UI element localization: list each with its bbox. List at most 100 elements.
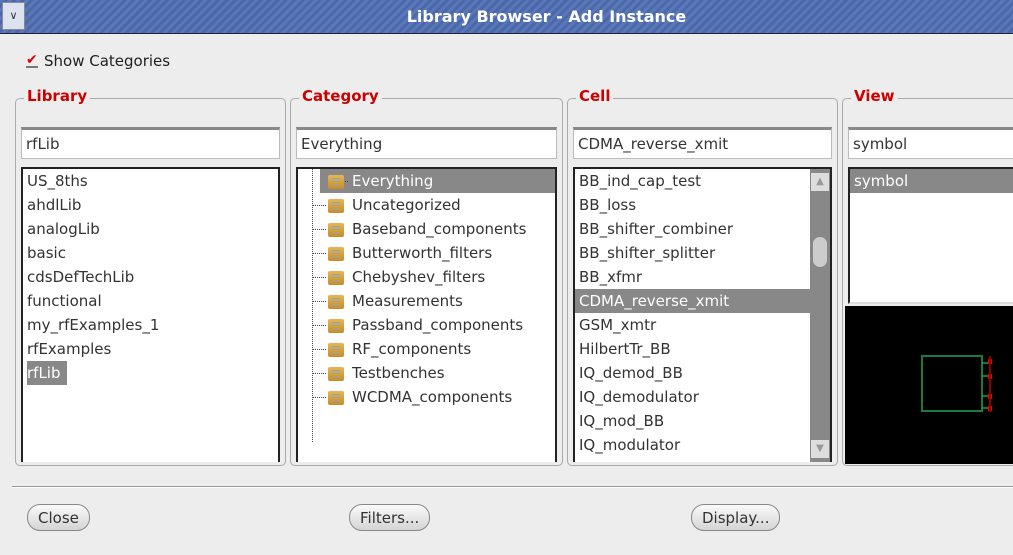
checkmark-icon: ✔ [26, 52, 38, 68]
library-list-item[interactable]: my_rfExamples_1 [23, 313, 278, 337]
cell-item-label: IQ_mod_BB [579, 412, 665, 430]
category-item-label: RF_components [352, 340, 472, 358]
cell-item-label: IQ_demodulator [579, 388, 699, 406]
category-scroll-icon [328, 270, 344, 285]
cell-list-item[interactable]: IQ_mod_BB [575, 409, 810, 433]
cell-item-label: BB_shifter_splitter [579, 244, 716, 262]
library-list-item[interactable]: basic [23, 241, 278, 265]
category-list-item[interactable]: RF_components [298, 337, 555, 361]
category-label: Category [299, 87, 382, 105]
category-list-item[interactable]: Butterworth_filters [298, 241, 555, 265]
cell-list-item[interactable]: BB_xfmr [575, 265, 810, 289]
cell-list-item[interactable]: BB_shifter_combiner [575, 217, 810, 241]
category-input[interactable]: Everything [296, 127, 557, 159]
category-list-item[interactable]: Passband_components [298, 313, 555, 337]
category-item-label: Measurements [352, 292, 463, 310]
category-group: Category Everything Everything Uncategori… [290, 87, 563, 466]
library-list-item[interactable]: functional [23, 289, 278, 313]
cell-label: Cell [576, 87, 614, 105]
category-list-item[interactable]: WCDMA_components [298, 385, 555, 409]
cell-item-label: BB_loss [579, 196, 637, 214]
category-item-label: Butterworth_filters [352, 244, 493, 262]
library-list-item[interactable]: rfLib [23, 361, 278, 385]
category-scroll-icon [328, 246, 344, 261]
cell-item-label: BB_shifter_combiner [579, 220, 733, 238]
category-list-item[interactable]: Baseband_components [298, 217, 555, 241]
show-categories-label: Show Categories [44, 52, 171, 70]
cell-scrollbar[interactable]: ▲ ▼ [810, 169, 830, 462]
library-group: Library rfLib US_8ths ahdlLib analogLib bas… [15, 87, 286, 466]
category-scroll-icon [328, 174, 344, 189]
library-list[interactable]: US_8ths ahdlLib analogLib basic cdsDefTechLi… [21, 167, 280, 462]
library-input[interactable]: rfLib [21, 127, 280, 159]
cell-item-label: BB_ind_cap_test [579, 172, 702, 190]
library-item-label: US_8ths [27, 172, 88, 190]
display-button[interactable]: Display... [691, 504, 781, 531]
category-item-label: Testbenches [352, 364, 445, 382]
scroll-down-arrow-icon[interactable]: ▼ [811, 440, 829, 458]
cell-list-item[interactable]: BB_loss [575, 193, 810, 217]
scroll-up-arrow-icon[interactable]: ▲ [811, 173, 829, 191]
category-list-item[interactable]: Uncategorized [298, 193, 555, 217]
cell-list-item[interactable]: BB_shifter_splitter [575, 241, 810, 265]
category-scroll-icon [328, 222, 344, 237]
title-bar: ∨ Library Browser - Add Instance [0, 0, 1013, 34]
view-item-label: symbol [854, 172, 909, 190]
cell-list-item[interactable]: BB_ind_cap_test [575, 169, 810, 193]
library-list-item[interactable]: rfExamples [23, 337, 278, 361]
library-item-label: ahdlLib [27, 196, 82, 214]
show-categories-checkbox[interactable]: ✔ Show Categories [26, 52, 170, 70]
category-scroll-icon [328, 366, 344, 381]
window-title: Library Browser - Add Instance [406, 7, 687, 26]
cell-item-label: IQ_demod_BB [579, 364, 683, 382]
cell-item-label: HilbertTr_BB [579, 340, 671, 358]
symbol-preview [845, 306, 1013, 464]
cell-input[interactable]: CDMA_reverse_xmit [573, 127, 832, 159]
cell-list-item[interactable]: IQ_modulator [575, 433, 810, 457]
cell-list-item[interactable]: IQ_demodulator [575, 385, 810, 409]
close-button[interactable]: Close [27, 504, 90, 531]
library-item-label: my_rfExamples_1 [27, 316, 160, 334]
library-list-item[interactable]: analogLib [23, 217, 278, 241]
cell-list-item[interactable]: CDMA_reverse_xmit [575, 289, 810, 313]
view-input[interactable]: symbol [848, 127, 1013, 159]
view-list[interactable]: symbol [848, 167, 1013, 304]
category-list-item[interactable]: Measurements [298, 289, 555, 313]
view-label: View [851, 87, 898, 105]
category-item-label: Passband_components [352, 316, 524, 334]
library-item-label: functional [27, 292, 102, 310]
symbol-preview-graphic [921, 355, 992, 412]
separator [12, 486, 1013, 488]
library-list-item[interactable]: cdsDefTechLib [23, 265, 278, 289]
scrollbar-thumb[interactable] [813, 237, 827, 267]
category-list-item[interactable]: Testbenches [298, 361, 555, 385]
category-scroll-icon [328, 294, 344, 309]
cell-list-item[interactable]: IQ_demod_BB [575, 361, 810, 385]
library-list-item[interactable]: US_8ths [23, 169, 278, 193]
library-item-label: rfLib [27, 361, 67, 385]
category-scroll-icon [328, 198, 344, 213]
cell-group: Cell CDMA_reverse_xmit BB_ind_cap_test BB… [567, 87, 838, 466]
library-item-label: basic [27, 244, 66, 262]
cell-item-label: CDMA_reverse_xmit [579, 292, 730, 310]
cell-list-item[interactable]: GSM_xmtr [575, 313, 810, 337]
library-list-item[interactable]: ahdlLib [23, 193, 278, 217]
library-item-label: cdsDefTechLib [27, 268, 135, 286]
cell-list-item[interactable]: HilbertTr_BB [575, 337, 810, 361]
cell-list-container: BB_ind_cap_test BB_loss BB_shifter_combine… [573, 167, 832, 462]
category-item-label: WCDMA_components [352, 388, 513, 406]
cell-list[interactable]: BB_ind_cap_test BB_loss BB_shifter_combine… [575, 169, 810, 457]
library-label: Library [24, 87, 91, 105]
category-item-label: Chebyshev_filters [352, 268, 486, 286]
view-list-item[interactable]: symbol [850, 169, 1013, 193]
category-list-item[interactable]: Chebyshev_filters [298, 265, 555, 289]
category-scroll-icon [328, 342, 344, 357]
category-tree[interactable]: Everything Uncategorized Baseband_componen… [296, 167, 557, 462]
category-item-label: Uncategorized [352, 196, 461, 214]
category-item-label: Everything [352, 169, 440, 193]
cell-item-label: IQ_modulator [579, 436, 681, 454]
category-list-item[interactable]: Everything [320, 169, 555, 193]
filters-button[interactable]: Filters... [349, 504, 431, 531]
category-scroll-icon [328, 318, 344, 333]
library-item-label: rfExamples [27, 340, 112, 358]
